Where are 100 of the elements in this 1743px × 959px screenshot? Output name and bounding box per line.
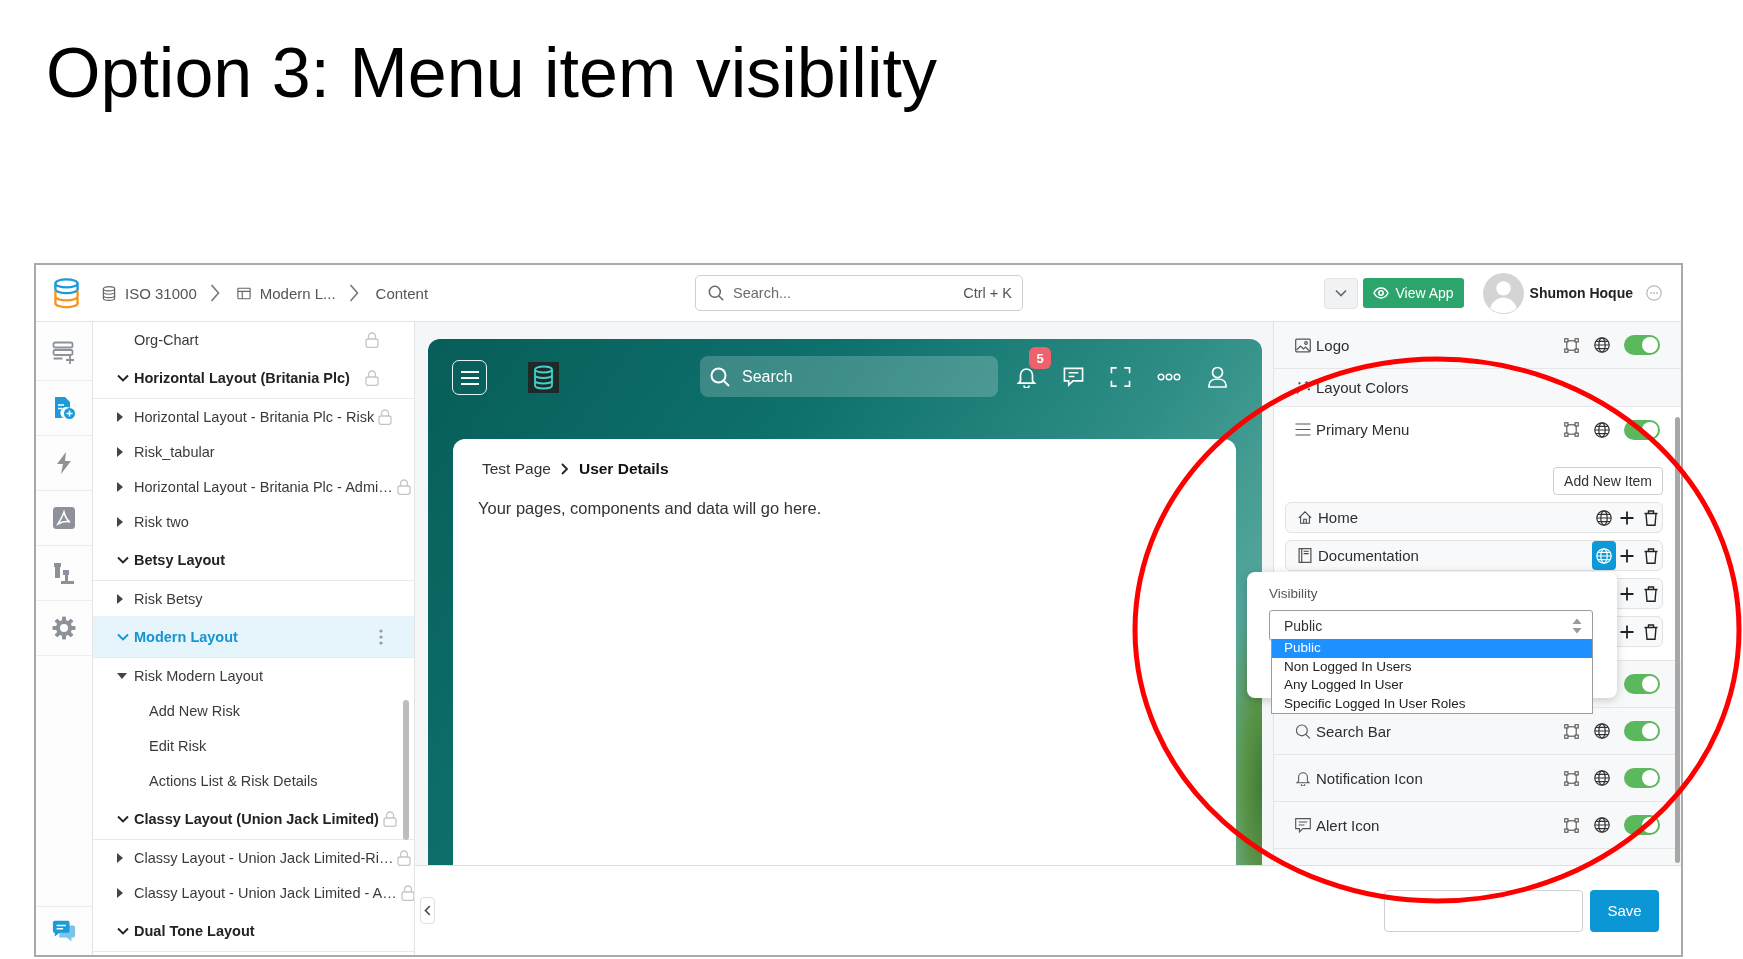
search-field[interactable]: Search... Ctrl + K bbox=[695, 275, 1023, 311]
chevron-right-icon bbox=[560, 462, 568, 475]
globe-icon[interactable] bbox=[1594, 817, 1610, 833]
component-label: Alert Icon bbox=[1316, 816, 1380, 834]
tree-item[interactable]: Risk two bbox=[93, 504, 414, 539]
globe-icon[interactable] bbox=[1594, 337, 1610, 353]
search-field[interactable]: Search bbox=[700, 356, 998, 397]
tree-item[interactable]: Add New Risk bbox=[93, 693, 414, 728]
component-label: Notification Icon bbox=[1316, 769, 1423, 787]
bounding-box-icon[interactable] bbox=[1564, 817, 1579, 833]
tree-item[interactable]: Org-Chart bbox=[93, 322, 414, 357]
menu-item-label: Documentation bbox=[1318, 547, 1419, 564]
fullscreen-icon[interactable] bbox=[1110, 366, 1131, 388]
plus-icon[interactable] bbox=[1620, 510, 1634, 525]
menu-item-row[interactable]: Home bbox=[1285, 502, 1663, 533]
toggle-switch[interactable] bbox=[1624, 674, 1660, 694]
bounding-box-icon[interactable] bbox=[1564, 723, 1579, 739]
placeholder-message: Your pages, components and data will go here. bbox=[478, 499, 822, 518]
book-icon bbox=[1298, 548, 1312, 563]
component-label: Logo bbox=[1316, 336, 1350, 354]
menu-item-label: Home bbox=[1318, 509, 1358, 526]
tree-item[interactable]: Horizontal Layout - Britania Plc - Admi… bbox=[93, 469, 414, 504]
add-new-item-button[interactable]: Add New Item bbox=[1553, 467, 1663, 495]
sort-arrows-icon bbox=[1572, 617, 1582, 634]
tree-item[interactable]: Risk Modern Layout bbox=[93, 658, 414, 693]
globe-icon bbox=[1596, 547, 1612, 564]
message-icon bbox=[1295, 817, 1311, 833]
settings-icon bbox=[52, 616, 76, 640]
collapse-button[interactable] bbox=[420, 897, 435, 924]
search-icon bbox=[710, 366, 730, 387]
chevron-left-icon bbox=[424, 905, 431, 916]
plus-icon[interactable] bbox=[1620, 548, 1634, 563]
menu-button[interactable] bbox=[452, 360, 487, 395]
bounding-box-icon[interactable] bbox=[1564, 337, 1579, 353]
dropdown-option[interactable]: Any Logged In User bbox=[1272, 676, 1592, 695]
toggle-switch[interactable] bbox=[1624, 768, 1660, 788]
user-icon[interactable] bbox=[1207, 366, 1228, 388]
chat-icon bbox=[52, 919, 76, 943]
menu-icon bbox=[459, 369, 480, 386]
input-field[interactable] bbox=[1384, 889, 1583, 932]
component-label: Search Bar bbox=[1316, 722, 1392, 740]
user-name: Shumon Hoque bbox=[1529, 285, 1633, 301]
home-icon bbox=[1298, 510, 1312, 525]
trash-icon[interactable] bbox=[1644, 585, 1658, 602]
menu-item-row[interactable]: Documentation bbox=[1285, 540, 1663, 571]
tree-item[interactable]: Dual Tone Layout bbox=[93, 910, 414, 952]
trash-icon[interactable] bbox=[1644, 547, 1658, 564]
scrollbar-thumb[interactable] bbox=[403, 700, 409, 840]
toggle-switch[interactable] bbox=[1624, 335, 1660, 355]
tree-item[interactable]: Classy Layout - Union Jack Limited-Ri… bbox=[93, 840, 414, 875]
trash-icon[interactable] bbox=[1644, 623, 1658, 640]
plus-icon[interactable] bbox=[1620, 586, 1634, 601]
tree-item[interactable]: Actions List & Risk Details bbox=[93, 763, 414, 798]
database-icon bbox=[102, 285, 116, 301]
bell-icon bbox=[1295, 770, 1311, 786]
tree-item[interactable]: Horizontal Layout - Britania Plc - Risk bbox=[93, 399, 414, 434]
tree-item[interactable]: Risk_tabular bbox=[93, 434, 414, 469]
breadcrumb-item[interactable]: Content bbox=[375, 284, 429, 302]
dropdown-option[interactable]: Non Logged In Users bbox=[1272, 657, 1592, 676]
image-icon bbox=[1295, 337, 1311, 353]
slide-title: Option 3: Menu item visibility bbox=[46, 33, 937, 113]
more-vertical-icon[interactable] bbox=[379, 628, 383, 645]
bounding-box-icon[interactable] bbox=[1564, 770, 1579, 786]
tree-item[interactable]: Betsy Layout bbox=[93, 539, 414, 581]
breadcrumb-item[interactable]: User Details bbox=[578, 459, 669, 478]
layout-icon bbox=[236, 285, 251, 301]
scrollbar-thumb[interactable] bbox=[1675, 417, 1680, 863]
magic-wand-icon bbox=[1295, 380, 1311, 395]
globe-icon[interactable] bbox=[1594, 723, 1610, 739]
search-icon bbox=[1295, 723, 1311, 739]
dropdown-option[interactable]: Specific Logged In User Roles bbox=[1272, 694, 1592, 713]
tree-item[interactable]: Horizontal Layout (Britania Plc) bbox=[93, 357, 414, 399]
trash-icon[interactable] bbox=[1644, 509, 1658, 526]
search-input[interactable]: Search bbox=[742, 367, 986, 386]
bell-icon[interactable] bbox=[1016, 366, 1037, 388]
globe-icon[interactable] bbox=[1594, 770, 1610, 786]
message-icon[interactable] bbox=[1063, 366, 1084, 388]
chevron-down-icon bbox=[1335, 289, 1348, 297]
chevron-right-icon bbox=[348, 284, 359, 302]
breadcrumb-item[interactable]: Modern L... bbox=[236, 284, 336, 302]
tree-item[interactable]: Classy Layout - Union Jack Limited - A… bbox=[93, 875, 414, 910]
app-tile-icon bbox=[52, 506, 76, 530]
database-stack-icon[interactable] bbox=[53, 277, 80, 309]
component-label: Layout Colors bbox=[1316, 379, 1409, 396]
eye-icon bbox=[1373, 287, 1390, 299]
breadcrumb-item[interactable]: Test Page bbox=[482, 459, 551, 478]
bounding-box-icon[interactable] bbox=[1564, 422, 1579, 437]
search-input[interactable]: Search... bbox=[733, 285, 964, 301]
visibility-label: Visibility bbox=[1269, 586, 1318, 602]
more-horizontal-icon[interactable] bbox=[1157, 372, 1181, 382]
plus-icon[interactable] bbox=[1620, 624, 1634, 639]
globe-icon[interactable] bbox=[1594, 421, 1610, 438]
list-add-icon bbox=[52, 341, 76, 365]
component-label: Primary Menu bbox=[1316, 421, 1410, 438]
breadcrumb-item[interactable]: ISO 31000 bbox=[102, 284, 197, 302]
pipes-icon bbox=[52, 561, 76, 585]
database-icon[interactable] bbox=[528, 362, 559, 393]
toggle-switch[interactable] bbox=[1624, 721, 1660, 741]
tree-item[interactable]: Risk Betsy bbox=[93, 581, 414, 616]
tree-item[interactable]: Edit Risk bbox=[93, 728, 414, 763]
